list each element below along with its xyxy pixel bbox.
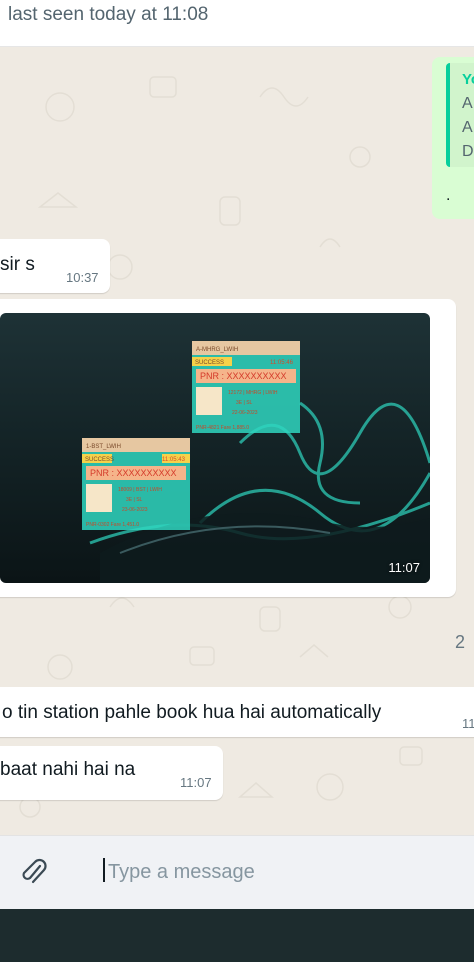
window-time: 11:05:43 — [162, 457, 186, 463]
incoming-message[interactable]: sir s 10:37 — [0, 239, 110, 293]
window-pnr: PNR : XXXXXXXXXX — [90, 468, 177, 478]
message-input-area[interactable] — [100, 854, 460, 892]
incoming-message[interactable]: baat nahi hai na 11:07 — [0, 746, 223, 800]
quote-line: A — [462, 95, 473, 112]
window-row: 23-06-2023 — [122, 507, 148, 513]
chat-header[interactable]: last seen today at 11:08 — [0, 0, 474, 47]
message-time: 11 — [462, 716, 474, 731]
window-footer: PNR-0302 Fare 1,451.0 — [86, 522, 139, 528]
window-row: 12172 | MHRG | LWIH — [228, 390, 278, 396]
incoming-message[interactable]: o tin station pahle book hua hai automat… — [0, 687, 474, 737]
photo-graphic: A-MHRG_LWIH SUCCESS 11:05:46 PNR : XXXXX… — [82, 341, 430, 583]
quote-line: D — [462, 143, 474, 160]
message-input[interactable] — [106, 854, 450, 890]
incoming-image-message[interactable]: A-MHRG_LWIH SUCCESS 11:05:46 PNR : XXXXX… — [0, 299, 456, 597]
terminal-window: A-MHRG_LWIH SUCCESS 11:05:46 PNR : XXXXX… — [192, 341, 300, 433]
window-status: SUCCESS — [85, 457, 114, 463]
window-title: A-MHRG_LWIH — [196, 347, 238, 353]
taskbar — [0, 909, 474, 962]
outgoing-message-text: . — [446, 187, 451, 204]
message-text: sir s — [0, 254, 35, 275]
chat-area[interactable]: Yo A A D . sir s 10:37 — [0, 47, 474, 835]
quote-line: A — [462, 119, 473, 136]
message-time: 10:37 — [66, 270, 99, 285]
message-time: 11:07 — [180, 775, 212, 790]
window-time: 11:05:46 — [270, 360, 294, 366]
window-title: 1-BST_LWIH — [86, 444, 121, 450]
window-row: 3E | SL — [236, 400, 253, 406]
window-row: 22-06-2023 — [232, 410, 258, 416]
window-status: SUCCESS — [195, 360, 224, 366]
compose-bar — [0, 835, 474, 910]
message-text: baat nahi hai na — [0, 759, 136, 780]
window-pnr: PNR : XXXXXXXXXX — [200, 371, 287, 381]
image-time: 11:07 — [388, 560, 420, 575]
screenshot-photo[interactable]: A-MHRG_LWIH SUCCESS 11:05:46 PNR : XXXXX… — [0, 313, 430, 583]
window-row: 3E | SL — [126, 497, 143, 503]
quote-author: Yo — [462, 71, 474, 88]
text-cursor — [103, 858, 105, 882]
terminal-window: 1-BST_LWIH SUCCESS 11:05:43 PNR : XXXXXX… — [82, 438, 190, 530]
message-text: o tin station pahle book hua hai automat… — [2, 702, 382, 723]
window-row: 18009 | BST | LWIH — [118, 487, 162, 493]
window-footer: PNR-4821 Fare 1,885.0 — [196, 425, 249, 431]
partial-number: 2 — [455, 632, 466, 652]
last-seen-status: last seen today at 11:08 — [8, 4, 209, 25]
paperclip-icon[interactable] — [20, 858, 48, 888]
quoted-message[interactable]: Yo A A D — [446, 63, 474, 167]
outgoing-reply-bubble[interactable]: Yo A A D . — [432, 57, 474, 219]
